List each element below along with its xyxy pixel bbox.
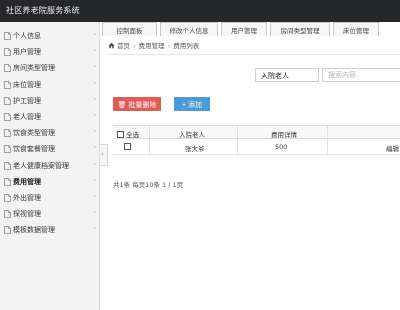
sidebar-item[interactable]: 房间类型管理 › <box>0 60 100 76</box>
filter-field-select[interactable]: 入院老人 ⌄ <box>255 68 319 82</box>
search-input[interactable] <box>322 68 400 82</box>
sidebar-item[interactable]: 护工管理 › <box>0 93 100 109</box>
sidebar-item[interactable]: 饮食套餐管理 › <box>0 141 100 157</box>
breadcrumb: 首页 › 费用管理 › 费用列表 <box>108 40 199 52</box>
home-icon <box>108 42 115 49</box>
breadcrumb-fee-management[interactable]: 费用管理 <box>139 42 165 50</box>
chevron-right-icon: › <box>93 193 96 200</box>
breadcrumb-divider <box>108 54 400 55</box>
chevron-right-icon: › <box>93 128 96 136</box>
row-checkbox-cell[interactable] <box>124 139 131 154</box>
sidebar-item[interactable]: 探视管理 › <box>0 206 100 222</box>
tab-bed-management[interactable]: 床位管理 <box>333 22 379 36</box>
tab-user-management[interactable]: 用户管理 <box>221 22 267 36</box>
breadcrumb-home[interactable]: 首页 <box>117 42 130 50</box>
select-all-checkbox[interactable] <box>117 131 124 138</box>
batch-delete-label: 批量删除 <box>128 102 157 109</box>
sidebar-item[interactable]: 模板数据管理 › <box>0 222 100 238</box>
tab-room-type-management[interactable]: 房间类型管理 <box>270 22 330 36</box>
batch-delete-button[interactable]: 🗑 批量删除 <box>113 97 161 111</box>
chevron-right-icon: › <box>93 47 96 55</box>
chevron-right-icon: › <box>93 112 96 119</box>
sidebar-item[interactable]: 用户管理 › <box>0 44 100 60</box>
sidebar-item[interactable]: 饮食类型管理 › <box>0 125 100 141</box>
row-checkbox[interactable] <box>124 143 131 150</box>
sidebar-item-label: 老人健康档案管理 <box>13 161 69 170</box>
sidebar: 个人信息 › 用户管理 › 房间类型管理 › 床位管理 › 护工管理 › 老人管理 › 饮食类型管理 › 饮… <box>0 22 100 310</box>
tab-dashboard[interactable]: 控制面板 <box>102 22 157 36</box>
plus-icon: + <box>181 102 187 109</box>
breadcrumb-fee-list: 费用列表 <box>173 42 200 50</box>
sidebar-item-label: 个人信息 <box>13 32 41 40</box>
sidebar-item[interactable]: 费用管理 › <box>0 174 100 190</box>
document-icon <box>4 145 11 154</box>
document-icon <box>4 96 11 105</box>
document-icon <box>4 177 11 186</box>
sidebar-item[interactable]: 个人信息 › <box>0 28 100 44</box>
sidebar-item[interactable]: 床位管理 › <box>0 77 100 93</box>
sidebar-item-label: 饮食套餐管理 <box>13 145 55 154</box>
sidebar-collapse-button[interactable]: ‹ <box>100 144 108 166</box>
chevron-right-icon: › <box>93 209 96 217</box>
cell-elder: 张大爷 <box>185 145 205 153</box>
edit-link[interactable]: 编辑 <box>386 139 399 154</box>
sidebar-item-label: 费用管理 <box>13 177 41 186</box>
document-icon <box>4 210 11 219</box>
document-icon <box>4 113 11 121</box>
add-button[interactable]: + 添加 <box>174 97 210 111</box>
document-icon <box>4 226 11 235</box>
sidebar-item-label: 探视管理 <box>13 210 41 219</box>
sidebar-item-label: 用户管理 <box>13 48 41 57</box>
chevron-right-icon: › <box>93 225 96 233</box>
sidebar-item-label: 饮食类型管理 <box>13 129 55 138</box>
app-window: 社区养老院服务系统 控制面板 修改个人信息 用户管理 房间类型管理 床位管理 个… <box>0 0 400 310</box>
chevron-right-icon: › <box>93 31 96 38</box>
table-header: 全选 入院老人 费用详情 <box>113 125 400 139</box>
sidebar-item-label: 房间类型管理 <box>13 64 55 73</box>
add-label: 添加 <box>188 102 203 109</box>
document-icon <box>4 32 11 40</box>
chevron-right-icon: › <box>93 95 96 103</box>
tab-bar: 控制面板 修改个人信息 用户管理 房间类型管理 床位管理 <box>102 22 382 36</box>
column-header-elder: 入院老人 <box>179 131 205 139</box>
chevron-right-icon: › <box>93 160 96 168</box>
sidebar-item-label: 护工管理 <box>13 96 41 105</box>
table-row: 张大爷 500 编辑 <box>113 139 400 155</box>
sidebar-item-label: 外出管理 <box>13 194 41 202</box>
sidebar-item-label: 老人管理 <box>13 113 41 121</box>
document-icon <box>4 161 11 170</box>
trash-icon: 🗑 <box>117 102 127 109</box>
tab-edit-profile[interactable]: 修改个人信息 <box>160 22 218 36</box>
fee-table: 全选 入院老人 费用详情 张大爷 500 编辑 <box>113 125 400 155</box>
chevron-left-icon: ‹ <box>101 150 104 158</box>
document-icon <box>4 64 11 73</box>
sidebar-item[interactable]: 外出管理 › <box>0 190 100 206</box>
chevron-right-icon: › <box>93 176 96 184</box>
document-icon <box>4 80 11 89</box>
sidebar-item-label: 模板数据管理 <box>13 226 55 235</box>
column-header-cost: 费用详情 <box>271 131 297 139</box>
pagination-info: 共1条 每页10条 1 / 1页 <box>113 181 184 189</box>
top-bar: 社区养老院服务系统 <box>0 0 400 22</box>
sidebar-item[interactable]: 老人健康档案管理 › <box>0 158 100 174</box>
select-all-label: 全选 <box>126 131 140 139</box>
sidebar-item-label: 床位管理 <box>13 80 41 89</box>
chevron-right-icon: › <box>93 63 96 71</box>
chevron-right-icon: › <box>93 79 96 87</box>
select-all-header[interactable]: 全选 <box>117 126 140 139</box>
sidebar-item[interactable]: 老人管理 › <box>0 109 100 125</box>
document-icon <box>4 129 11 138</box>
document-icon <box>4 194 11 202</box>
chevron-down-icon: ⌄ <box>261 71 267 79</box>
document-icon <box>4 48 11 57</box>
cell-cost: 500 <box>275 143 288 151</box>
app-title: 社区养老院服务系统 <box>6 6 80 15</box>
chevron-right-icon: › <box>93 144 96 152</box>
